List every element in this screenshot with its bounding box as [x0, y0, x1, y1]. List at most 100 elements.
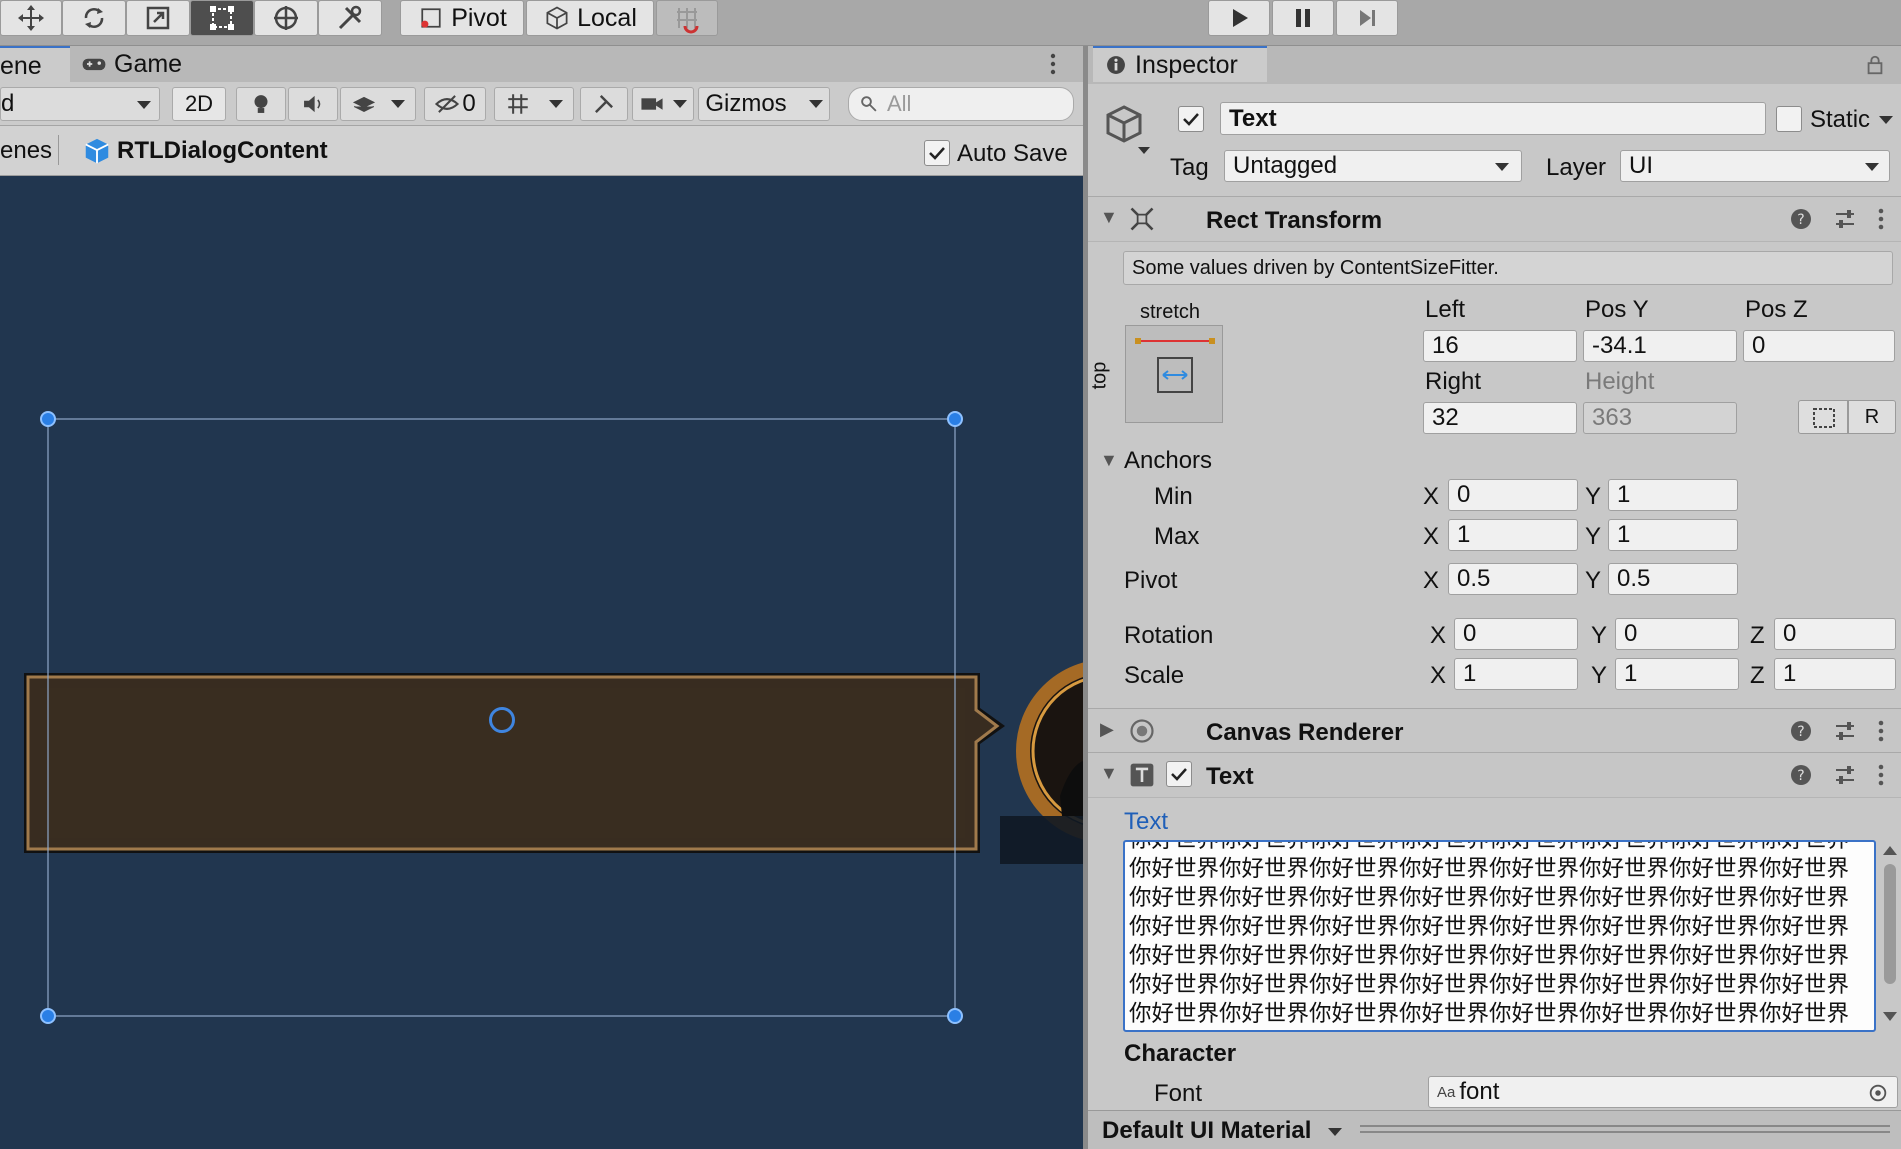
rotate-tool-button[interactable] — [62, 0, 126, 36]
help-icon[interactable]: ? — [1789, 763, 1813, 787]
more-options-icon[interactable] — [1877, 763, 1885, 787]
presets-icon[interactable] — [1833, 719, 1857, 743]
scene-visibility-toggle[interactable]: 0 — [424, 87, 486, 121]
font-object-field[interactable]: Aa font — [1428, 1076, 1898, 1108]
breadcrumb-current[interactable]: RTLDialogContent — [117, 137, 328, 165]
left-input[interactable]: 16 — [1423, 330, 1577, 362]
rotation-x-input[interactable]: 0 — [1454, 618, 1578, 650]
rect-handle-top-left[interactable] — [40, 411, 56, 427]
posz-input[interactable]: 0 — [1743, 330, 1895, 362]
text-content-textarea[interactable]: 你好世界你好世界你好世界你好世界你好世界你好世界你好世界你好世界你好世界你好世界… — [1123, 840, 1876, 1032]
object-name-input[interactable]: Text — [1220, 102, 1766, 135]
shading-mode-dropdown[interactable]: d — [0, 87, 160, 121]
preview-drag-handle[interactable] — [1360, 1125, 1890, 1133]
scale-y-input[interactable]: 1 — [1615, 658, 1739, 690]
tag-dropdown[interactable]: Untagged — [1224, 150, 1522, 182]
static-checkbox[interactable] — [1776, 106, 1802, 132]
transform-tool-button[interactable] — [254, 0, 318, 36]
custom-tool-button[interactable] — [318, 0, 382, 36]
camera-dropdown[interactable] — [632, 87, 694, 121]
canvas-renderer-header[interactable]: ▶ Canvas Renderer ? — [1088, 708, 1901, 754]
scene-view-toolbar: d 2D 0 Gizmos All — [0, 82, 1083, 126]
lighting-toggle[interactable] — [236, 87, 286, 121]
chevron-down-icon — [549, 100, 563, 108]
scene-search-input[interactable]: All — [848, 87, 1074, 121]
rotation-z-input[interactable]: 0 — [1774, 618, 1896, 650]
grid-dropdown[interactable] — [494, 87, 574, 121]
step-button[interactable] — [1336, 0, 1398, 36]
icon-dropdown-arrow[interactable] — [1138, 147, 1150, 154]
search-placeholder: All — [887, 91, 912, 116]
static-dropdown-arrow[interactable] — [1879, 116, 1893, 124]
height-value: 363 — [1592, 404, 1633, 431]
scroll-down-icon[interactable] — [1883, 1012, 1897, 1021]
gizmos-dropdown[interactable]: Gizmos — [698, 87, 830, 121]
tab-inspector[interactable]: Inspector — [1093, 46, 1267, 82]
blueprint-mode-button[interactable] — [1798, 400, 1848, 434]
breadcrumb-scenes[interactable]: enes — [0, 137, 52, 165]
raw-edit-button[interactable]: R — [1848, 400, 1896, 434]
rect-transform-header[interactable]: ▼ Rect Transform ? — [1088, 196, 1901, 242]
presets-icon[interactable] — [1833, 207, 1857, 231]
pivot-handle[interactable] — [489, 707, 515, 733]
anchors-label: Anchors — [1124, 447, 1213, 474]
scroll-up-icon[interactable] — [1883, 846, 1897, 855]
scale-x-input[interactable]: 1 — [1454, 658, 1578, 690]
anchor-min-x-input[interactable]: 0 — [1448, 479, 1578, 511]
anchor-max-x-input[interactable]: 1 — [1448, 519, 1578, 551]
help-icon[interactable]: ? — [1789, 207, 1813, 231]
help-icon[interactable]: ? — [1789, 719, 1813, 743]
scene-view-canvas[interactable] — [0, 176, 1083, 1149]
scrollbar-thumb[interactable] — [1884, 864, 1896, 984]
rect-handle-top-right[interactable] — [947, 411, 963, 427]
panel-menu-icon[interactable] — [1050, 52, 1064, 76]
effects-dropdown[interactable] — [340, 87, 416, 121]
tab-scene[interactable]: ene — [0, 46, 70, 84]
presets-icon[interactable] — [1833, 763, 1857, 787]
rect-tool-button[interactable] — [190, 0, 254, 36]
svg-text:?: ? — [1797, 768, 1804, 784]
play-button[interactable] — [1208, 0, 1270, 36]
layer-label: Layer — [1546, 154, 1607, 181]
posy-input[interactable]: -34.1 — [1583, 330, 1737, 362]
text-component-header[interactable]: ▼ Text ? — [1088, 752, 1901, 798]
right-input[interactable]: 32 — [1423, 402, 1577, 434]
pivot-y-input[interactable]: 0.5 — [1608, 563, 1738, 595]
auto-save-checkbox[interactable] — [924, 140, 950, 166]
rotation-y-input[interactable]: 0 — [1615, 618, 1739, 650]
anchor-max-y-input[interactable]: 1 — [1608, 519, 1738, 551]
rect-handle-bottom-left[interactable] — [40, 1008, 56, 1024]
text-enabled-checkbox[interactable] — [1166, 761, 1192, 787]
material-label[interactable]: Default UI Material — [1102, 1117, 1311, 1145]
2d-mode-toggle[interactable]: 2D — [172, 87, 226, 121]
rect-handle-bottom-right[interactable] — [947, 1008, 963, 1024]
anchor-min-y-input[interactable]: 1 — [1608, 479, 1738, 511]
layer-dropdown[interactable]: UI — [1620, 150, 1890, 182]
pivot-x-input[interactable]: 0.5 — [1448, 563, 1578, 595]
text-content-value: 你好世界你好世界你好世界你好世界你好世界你好世界你好世界你好世界你好世界你好世界… — [1129, 840, 1850, 1027]
object-picker-icon[interactable] — [1867, 1082, 1889, 1104]
grid-snap-button[interactable] — [656, 0, 718, 36]
more-options-icon[interactable] — [1877, 719, 1885, 743]
lock-icon[interactable] — [1864, 54, 1886, 76]
anchors-fold-icon[interactable]: ▼ — [1100, 450, 1118, 471]
move-tool-button[interactable] — [0, 0, 62, 36]
object-name-value: Text — [1229, 104, 1277, 132]
scale-tool-button[interactable] — [126, 0, 190, 36]
tab-game[interactable]: Game — [80, 46, 200, 82]
anchor-presets-button[interactable] — [1125, 325, 1223, 423]
local-toggle[interactable]: Local — [526, 0, 654, 36]
more-options-icon[interactable] — [1877, 207, 1885, 231]
scale-z-input[interactable]: 1 — [1774, 658, 1896, 690]
pause-button[interactable] — [1272, 0, 1334, 36]
pivot-toggle[interactable]: Pivot — [400, 0, 524, 36]
textarea-scrollbar[interactable] — [1879, 840, 1901, 1032]
height-label: Height — [1585, 368, 1655, 395]
height-input: 363 — [1583, 402, 1737, 434]
object-active-checkbox[interactable] — [1178, 106, 1204, 132]
tag-label: Tag — [1170, 154, 1209, 181]
scene-tools-toggle[interactable] — [580, 87, 628, 121]
audio-toggle[interactable] — [288, 87, 338, 121]
chevron-down-icon[interactable] — [1328, 1128, 1342, 1136]
anchor-max-label: Max — [1154, 523, 1200, 550]
